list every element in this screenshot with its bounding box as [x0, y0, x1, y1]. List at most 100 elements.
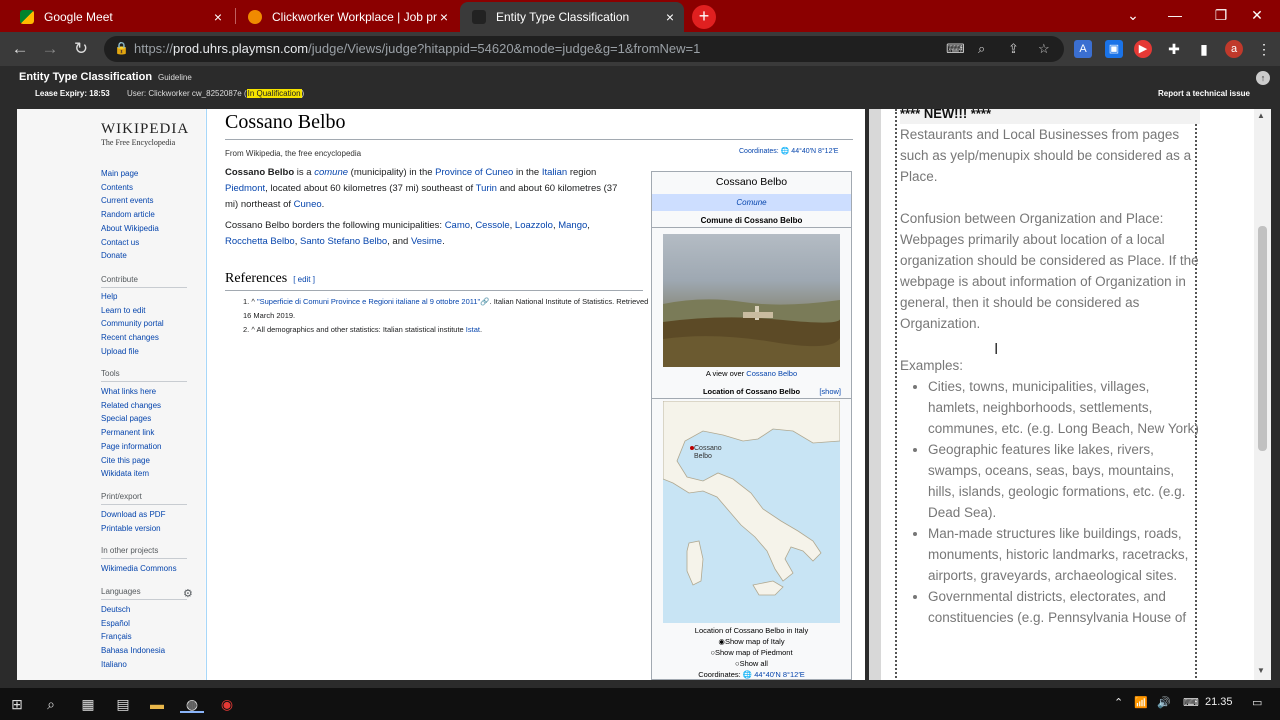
scroll-top-icon[interactable]: ↑ [1256, 71, 1270, 85]
sidebar-link[interactable]: Upload file [101, 347, 139, 356]
scrollbar-thumb[interactable] [1258, 226, 1267, 451]
search-icon[interactable]: ⌕ [42, 695, 60, 713]
wiki-article: Cossano Belbo From Wikipedia, the free e… [206, 109, 865, 680]
guideline-scrollbar[interactable]: ▲ ▼ [1254, 109, 1271, 680]
sidebar-link[interactable]: Current events [101, 196, 153, 205]
article-title: Cossano Belbo [225, 111, 346, 133]
side-panel-icon[interactable]: ▮ [1195, 40, 1213, 58]
sidebar-link[interactable]: Related changes [101, 401, 161, 410]
sidebar-link[interactable]: What links here [101, 387, 156, 396]
guideline-link[interactable]: Guideline [158, 73, 192, 82]
town-photo[interactable] [663, 234, 841, 367]
sidebar-link[interactable]: Help [101, 292, 117, 301]
sidebar-link[interactable]: Italiano [101, 660, 127, 669]
sidebar-link[interactable]: Donate [101, 251, 127, 260]
close-tab-icon[interactable]: × [440, 9, 448, 25]
sidebar-section-heading: Contribute [101, 275, 138, 284]
infobox-type[interactable]: Comune [652, 194, 851, 211]
tab-google-meet[interactable]: Google Meet × [8, 2, 232, 32]
radio-show-italy[interactable]: ◉Show map of Italy [652, 636, 851, 647]
close-window-button[interactable]: ✕ [1234, 0, 1280, 30]
close-tab-icon[interactable]: × [214, 9, 222, 25]
browser-toolbar: ← → ↻ 🔒 https://prod.uhrs.playmsn.com/ju… [0, 32, 1280, 66]
sidebar-link[interactable]: Download as PDF [101, 510, 165, 519]
frame-scrollbar[interactable] [869, 109, 881, 680]
extensions-puzzle-icon[interactable]: ✚ [1165, 40, 1183, 58]
sidebar-link[interactable]: Wikidata item [101, 469, 149, 478]
sidebar-link[interactable]: Permanent link [101, 428, 154, 437]
address-bar[interactable]: 🔒 https://prod.uhrs.playmsn.com/judge/Vi… [104, 36, 1064, 62]
sidebar-link[interactable]: Community portal [101, 319, 164, 328]
profile-avatar[interactable]: a [1225, 40, 1243, 58]
tab-search-dropdown-icon[interactable]: ⌄ [1110, 0, 1156, 30]
wikipedia-preview: WIKIPEDIA The Free Encyclopedia Main pag… [17, 109, 865, 680]
translate-icon[interactable]: ⌨ [946, 41, 965, 57]
menu-kebab-icon[interactable]: ⋮ [1255, 40, 1273, 58]
sidebar-link[interactable]: Special pages [101, 414, 151, 423]
tray-expand-icon[interactable]: ⌃ [1114, 696, 1123, 709]
minimize-button[interactable]: — [1152, 0, 1198, 30]
coordinates-link[interactable]: Coordinates: 🌐 44°40′N 8°12′E [739, 147, 838, 155]
photo-caption: A view over Cossano Belbo [705, 369, 798, 378]
sidebar-link[interactable]: Recent changes [101, 333, 159, 342]
app-header: Entity Type Classification Guideline Lea… [0, 66, 1280, 102]
sidebar-link[interactable]: Bahasa Indonesia [101, 646, 165, 655]
volume-icon[interactable]: 🔊 [1157, 696, 1171, 709]
keyboard-icon[interactable]: ⌨ [1183, 696, 1199, 709]
radio-show-all[interactable]: ○Show all [652, 658, 851, 669]
examples-list: Cities, towns, municipalities, villages,… [928, 376, 1200, 628]
sidebar-link[interactable]: Random article [101, 210, 155, 219]
bookmark-star-icon[interactable]: ☆ [1038, 41, 1050, 57]
sidebar-link[interactable]: Wikimedia Commons [101, 564, 177, 573]
reload-button[interactable]: ↻ [70, 38, 92, 60]
sidebar-link[interactable]: Español [101, 619, 130, 628]
example-item: Geographic features like lakes, rivers, … [928, 439, 1200, 523]
guideline-paragraph: Restaurants and Local Businesses from pa… [900, 127, 1192, 184]
back-button[interactable]: ← [9, 38, 31, 60]
chrome-icon[interactable]: ◍ [180, 695, 204, 713]
radio-show-piedmont[interactable]: ○Show map of Piedmont [652, 647, 851, 658]
close-tab-icon[interactable]: × [666, 9, 674, 25]
translate-extension-icon[interactable]: A [1074, 40, 1092, 58]
italy-map[interactable]: Cossano Belbo [663, 401, 840, 623]
recorder-icon[interactable]: ◉ [218, 695, 236, 713]
language-settings-gear-icon[interactable]: ⚙ [183, 587, 193, 600]
sidebar-link[interactable]: About Wikipedia [101, 224, 159, 233]
scroll-down-icon[interactable]: ▼ [1257, 666, 1265, 675]
extension-icon[interactable]: ▣ [1105, 40, 1123, 58]
sidebar-link[interactable]: Cite this page [101, 456, 150, 465]
report-issue-link[interactable]: Report a technical issue [1158, 89, 1250, 98]
notifications-icon[interactable]: ▭ [1252, 696, 1262, 709]
edit-link[interactable]: [ edit ] [293, 275, 315, 284]
tab-clickworker[interactable]: Clickworker Workplace | Job proc × [236, 2, 458, 32]
zoom-icon[interactable]: ⌕ [978, 41, 985, 57]
scroll-up-icon[interactable]: ▲ [1257, 111, 1265, 120]
start-icon[interactable]: ⊞ [8, 695, 26, 713]
sidebar-link[interactable]: Français [101, 632, 132, 641]
file-explorer-icon[interactable]: ▬ [148, 695, 166, 713]
wifi-icon[interactable]: 📶 [1134, 696, 1148, 709]
clock[interactable]: 21.35 [1205, 696, 1233, 708]
show-toggle[interactable]: [show] [819, 385, 841, 399]
reference-item: 1. ^ "Superficie di Comuni Province e Re… [243, 297, 649, 320]
references-list: 1. ^ "Superficie di Comuni Province e Re… [243, 295, 653, 337]
address-url: https://prod.uhrs.playmsn.com/judge/View… [134, 41, 701, 56]
notepad-icon[interactable]: ▤ [114, 695, 132, 713]
examples-label: Examples: [900, 358, 964, 373]
recorder-extension-icon[interactable]: ▶ [1134, 40, 1152, 58]
sidebar-divider [101, 558, 187, 559]
sidebar-section-heading: Languages [101, 587, 141, 596]
wikipedia-logo[interactable]: WIKIPEDIA The Free Encyclopedia [101, 121, 211, 147]
sidebar-link[interactable]: Learn to edit [101, 306, 145, 315]
sidebar-link[interactable]: Deutsch [101, 605, 130, 614]
tab-entity-type-classification[interactable]: Entity Type Classification × [460, 2, 684, 32]
forward-button[interactable]: → [39, 38, 61, 60]
share-icon[interactable]: ⇪ [1008, 41, 1019, 57]
sidebar-link[interactable]: Contents [101, 183, 133, 192]
sidebar-link[interactable]: Page information [101, 442, 161, 451]
sidebar-link[interactable]: Main page [101, 169, 138, 178]
sidebar-link[interactable]: Printable version [101, 524, 161, 533]
sidebar-link[interactable]: Contact us [101, 238, 139, 247]
calculator-icon[interactable]: ▦ [79, 695, 97, 713]
new-tab-button[interactable]: + [692, 5, 716, 29]
